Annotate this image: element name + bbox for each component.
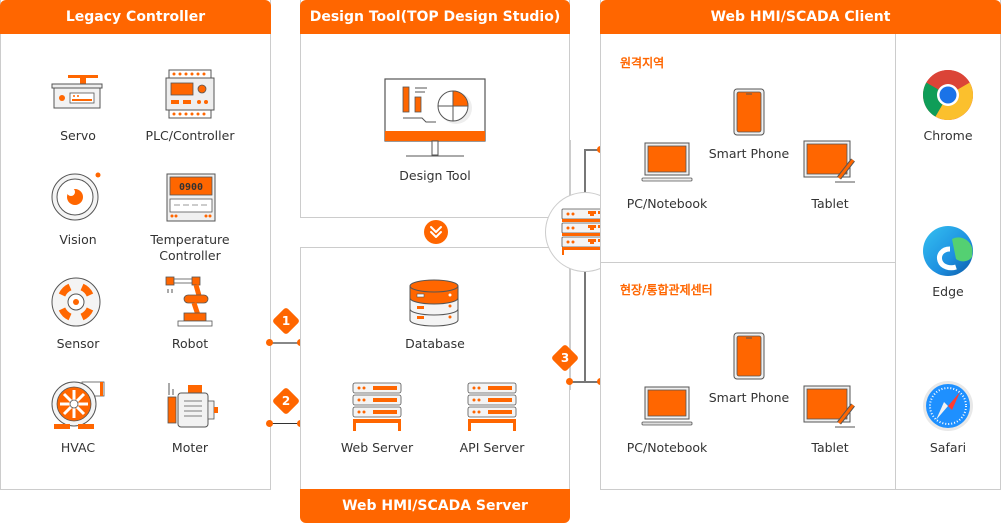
onsite-smartphone-icon: [733, 332, 765, 380]
badge-1: 1: [271, 306, 301, 336]
temperature-label: Temperature Controller: [130, 232, 250, 264]
temperature-controller-icon: 0900: [166, 173, 216, 222]
onsite-pc-label: PC/Notebook: [626, 440, 708, 455]
chrome-label: Chrome: [923, 128, 973, 143]
onsite-region-title: 현장/통합관제센터: [620, 283, 713, 297]
database-label: Database: [405, 336, 465, 351]
temperature-label-line1: Temperature: [150, 232, 230, 247]
connector-path-top: [584, 149, 600, 194]
plc-label: PLC/Controller: [145, 128, 235, 143]
safari-label: Safari: [929, 440, 967, 455]
servo-icon: [51, 75, 103, 109]
remote-region-title: 원격지역: [620, 56, 665, 70]
api-server-label: API Server: [459, 440, 525, 455]
robot-arm-icon: [165, 276, 213, 327]
remote-tablet-label: Tablet: [811, 196, 849, 211]
legacy-controller-header: Legacy Controller: [0, 0, 271, 34]
plc-icon: [165, 69, 215, 119]
servo-label: Servo: [60, 128, 96, 143]
database-icon: [409, 279, 459, 327]
robot-label: Robot: [171, 336, 209, 351]
remote-tablet-icon: [803, 140, 855, 183]
flow-down-button: [424, 220, 448, 244]
badge-2: 2: [271, 386, 301, 416]
onsite-tablet-label: Tablet: [811, 440, 849, 455]
remote-smartphone-icon: [733, 88, 765, 136]
edge-icon: [923, 226, 973, 276]
remote-notebook-icon: [641, 142, 693, 182]
motor-icon: [167, 383, 218, 428]
remote-pc-label: PC/Notebook: [626, 196, 708, 211]
sensor-label: Sensor: [56, 336, 100, 351]
vision-label: Vision: [59, 232, 97, 247]
browser-divider: [895, 34, 896, 490]
connector-dot: [266, 420, 273, 427]
temperature-label-line2: Controller: [159, 248, 221, 263]
double-chevron-down-icon: [430, 226, 442, 238]
hvac-fan-icon: [51, 381, 105, 429]
connector-guide-left: [270, 300, 271, 440]
web-server-icon: [352, 382, 402, 431]
safari-icon: [923, 381, 973, 431]
chrome-icon: [923, 70, 973, 120]
connector-dot: [566, 378, 573, 385]
vision-camera-icon: [51, 172, 101, 221]
onsite-phone-label: Smart Phone: [708, 390, 790, 405]
edge-label: Edge: [932, 284, 964, 299]
connector-path-bottom: [584, 270, 586, 382]
client-header: Web HMI/SCADA Client: [600, 0, 1001, 34]
temperature-display: 0900: [179, 182, 203, 193]
design-tool-monitor-icon: [384, 78, 486, 157]
web-server-label: Web Server: [340, 440, 414, 455]
remote-phone-label: Smart Phone: [708, 146, 790, 161]
server-footer: Web HMI/SCADA Server: [300, 489, 570, 523]
hvac-label: HVAC: [60, 440, 96, 455]
motor-label: Moter: [171, 440, 209, 455]
api-server-icon: [467, 382, 517, 431]
badge-3: 3: [550, 343, 580, 373]
design-tool-header: Design Tool(TOP Design Studio): [300, 0, 570, 34]
region-divider: [600, 262, 895, 263]
onsite-notebook-icon: [641, 386, 693, 426]
design-tool-label: Design Tool: [399, 168, 471, 183]
sensor-icon: [51, 277, 101, 327]
connector-dot: [266, 339, 273, 346]
onsite-tablet-icon: [803, 385, 855, 428]
